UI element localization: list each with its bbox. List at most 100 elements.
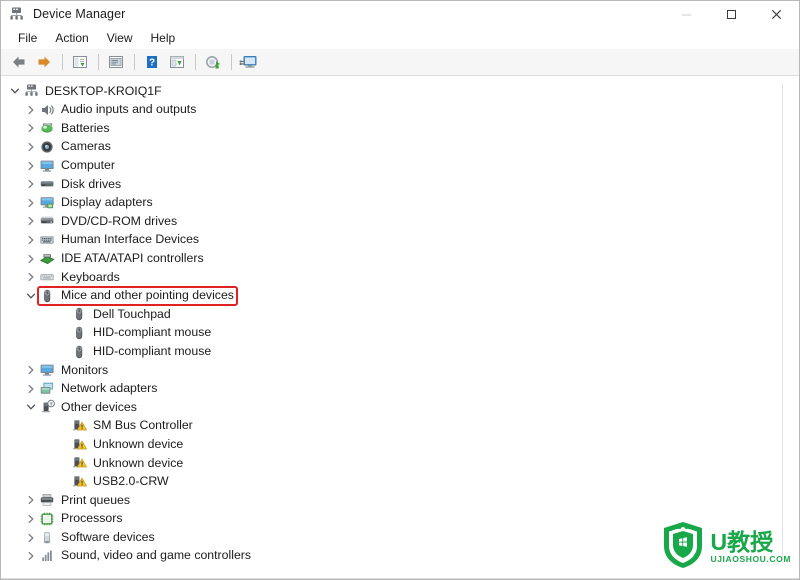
menu-help[interactable]: Help <box>142 29 185 47</box>
tree-item-hid-compliant-mouse[interactable]: HID-compliant mouse <box>1 342 799 361</box>
tree-item-processors[interactable]: Processors <box>1 510 799 529</box>
tree-item-mice-and-other-pointing-devices[interactable]: Mice and other pointing devices <box>1 287 799 306</box>
chevron-right-icon[interactable] <box>23 514 39 524</box>
tree-item-label: HID-compliant mouse <box>93 343 212 358</box>
svg-text:?: ? <box>50 402 53 408</box>
monitor-icon <box>39 158 56 174</box>
dvd-drive-icon <box>39 213 56 229</box>
tree-item-label: Sound, video and game controllers <box>61 548 252 563</box>
chevron-right-icon[interactable] <box>23 198 39 208</box>
chevron-right-icon[interactable] <box>23 235 39 245</box>
tree-item-label: Computer <box>61 158 115 173</box>
unknown-device-icon <box>71 455 88 471</box>
properties-icon[interactable] <box>104 51 128 73</box>
tree-item-label: SM Bus Controller <box>93 418 193 433</box>
computer-root-icon <box>23 83 40 99</box>
chevron-right-icon[interactable] <box>23 142 39 152</box>
tree-item-usb2-0-crw[interactable]: USB2.0-CRW <box>1 472 799 491</box>
chevron-right-icon[interactable] <box>23 123 39 133</box>
menu-action[interactable]: Action <box>46 29 97 47</box>
tree-item-unknown-device[interactable]: Unknown device <box>1 435 799 454</box>
device-tree[interactable]: DESKTOP-KROIQ1F Audio inputs and outputs B… <box>1 76 799 565</box>
tree-item-ide-ata-atapi-controllers[interactable]: IDE ATA/ATAPI controllers <box>1 249 799 268</box>
display-adapter-icon <box>39 195 56 211</box>
unknown-device-icon <box>71 474 88 490</box>
tree-item-label: Display adapters <box>61 195 153 210</box>
chevron-right-icon[interactable] <box>23 365 39 375</box>
tree-item-batteries[interactable]: Batteries <box>1 119 799 138</box>
tree-item-monitors[interactable]: Monitors <box>1 361 799 380</box>
add-legacy-hardware-icon[interactable] <box>237 51 261 73</box>
mouse-icon <box>71 306 88 322</box>
chevron-right-icon[interactable] <box>23 254 39 264</box>
tree-root-row[interactable]: DESKTOP-KROIQ1F <box>1 82 799 101</box>
tree-item-label: IDE ATA/ATAPI controllers <box>61 250 204 265</box>
hid-icon <box>39 232 56 248</box>
mouse-icon <box>71 344 88 360</box>
tree-item-human-interface-devices[interactable]: Human Interface Devices <box>1 231 799 250</box>
ide-controller-icon <box>39 251 56 267</box>
update-driver-icon[interactable] <box>165 51 189 73</box>
tree-item-audio-inputs-and-outputs[interactable]: Audio inputs and outputs <box>1 101 799 120</box>
maximize-button[interactable] <box>709 1 754 27</box>
show-hide-console-tree-icon[interactable] <box>68 51 92 73</box>
tree-item-dell-touchpad[interactable]: Dell Touchpad <box>1 305 799 324</box>
tree-item-software-devices[interactable]: Software devices <box>1 528 799 547</box>
tree-item-disk-drives[interactable]: Disk drives <box>1 175 799 194</box>
device-manager-window: Device Manager File Action View Help ? D… <box>0 0 800 580</box>
tree-item-network-adapters[interactable]: Network adapters <box>1 380 799 399</box>
tree-item-label: Other devices <box>61 399 137 414</box>
minimize-button[interactable] <box>664 1 709 27</box>
tree-item-label: DESKTOP-KROIQ1F <box>45 83 162 98</box>
menu-file[interactable]: File <box>9 29 46 47</box>
tree-item-label: Audio inputs and outputs <box>61 102 197 117</box>
tree-item-other-devices[interactable]: ? Other devices <box>1 398 799 417</box>
device-tree-pane[interactable]: DESKTOP-KROIQ1F Audio inputs and outputs B… <box>1 76 799 578</box>
device-manager-icon <box>9 6 25 22</box>
chevron-down-icon[interactable] <box>23 402 39 412</box>
chevron-right-icon[interactable] <box>23 105 39 115</box>
tree-item-dvd-cd-rom-drives[interactable]: DVD/CD-ROM drives <box>1 212 799 231</box>
chevron-right-icon[interactable] <box>23 216 39 226</box>
tree-item-computer[interactable]: Computer <box>1 156 799 175</box>
chevron-right-icon[interactable] <box>23 179 39 189</box>
tree-item-hid-compliant-mouse[interactable]: HID-compliant mouse <box>1 324 799 343</box>
tree-item-sound-video-and-game-controllers[interactable]: Sound, video and game controllers <box>1 547 799 566</box>
tree-item-display-adapters[interactable]: Display adapters <box>1 194 799 213</box>
chevron-down-icon[interactable] <box>23 291 39 301</box>
chevron-right-icon[interactable] <box>23 384 39 394</box>
toolbar-separator <box>62 54 63 70</box>
tree-item-label: HID-compliant mouse <box>93 325 212 340</box>
printer-icon <box>39 492 56 508</box>
close-button[interactable] <box>754 1 799 27</box>
tree-item-unknown-device[interactable]: Unknown device <box>1 454 799 473</box>
software-device-icon <box>39 530 56 546</box>
menu-view[interactable]: View <box>98 29 142 47</box>
tree-item-print-queues[interactable]: Print queues <box>1 491 799 510</box>
tree-item-sm-bus-controller[interactable]: SM Bus Controller <box>1 417 799 436</box>
svg-text:?: ? <box>149 58 155 69</box>
toolbar-separator <box>98 54 99 70</box>
keyboard-icon <box>39 269 56 285</box>
other-device-icon: ? <box>39 399 56 415</box>
tree-item-keyboards[interactable]: Keyboards <box>1 268 799 287</box>
disk-drive-icon <box>39 176 56 192</box>
help-icon[interactable]: ? <box>140 51 164 73</box>
tree-item-label: Cameras <box>61 139 111 154</box>
chevron-right-icon[interactable] <box>23 495 39 505</box>
scan-for-hardware-changes-icon[interactable] <box>201 51 225 73</box>
tree-item-cameras[interactable]: Cameras <box>1 138 799 157</box>
mouse-icon <box>71 325 88 341</box>
tree-item-label: Dell Touchpad <box>93 306 171 321</box>
chevron-right-icon[interactable] <box>23 161 39 171</box>
chevron-right-icon[interactable] <box>23 533 39 543</box>
chevron-right-icon[interactable] <box>23 272 39 282</box>
forward-icon[interactable] <box>32 51 56 73</box>
unknown-device-icon <box>71 418 88 434</box>
chevron-right-icon[interactable] <box>23 551 39 561</box>
toolbar-separator <box>195 54 196 70</box>
back-icon[interactable] <box>7 51 31 73</box>
tree-item-label: Software devices <box>61 529 155 544</box>
chevron-down-icon[interactable] <box>7 86 23 96</box>
window-controls <box>664 1 799 27</box>
